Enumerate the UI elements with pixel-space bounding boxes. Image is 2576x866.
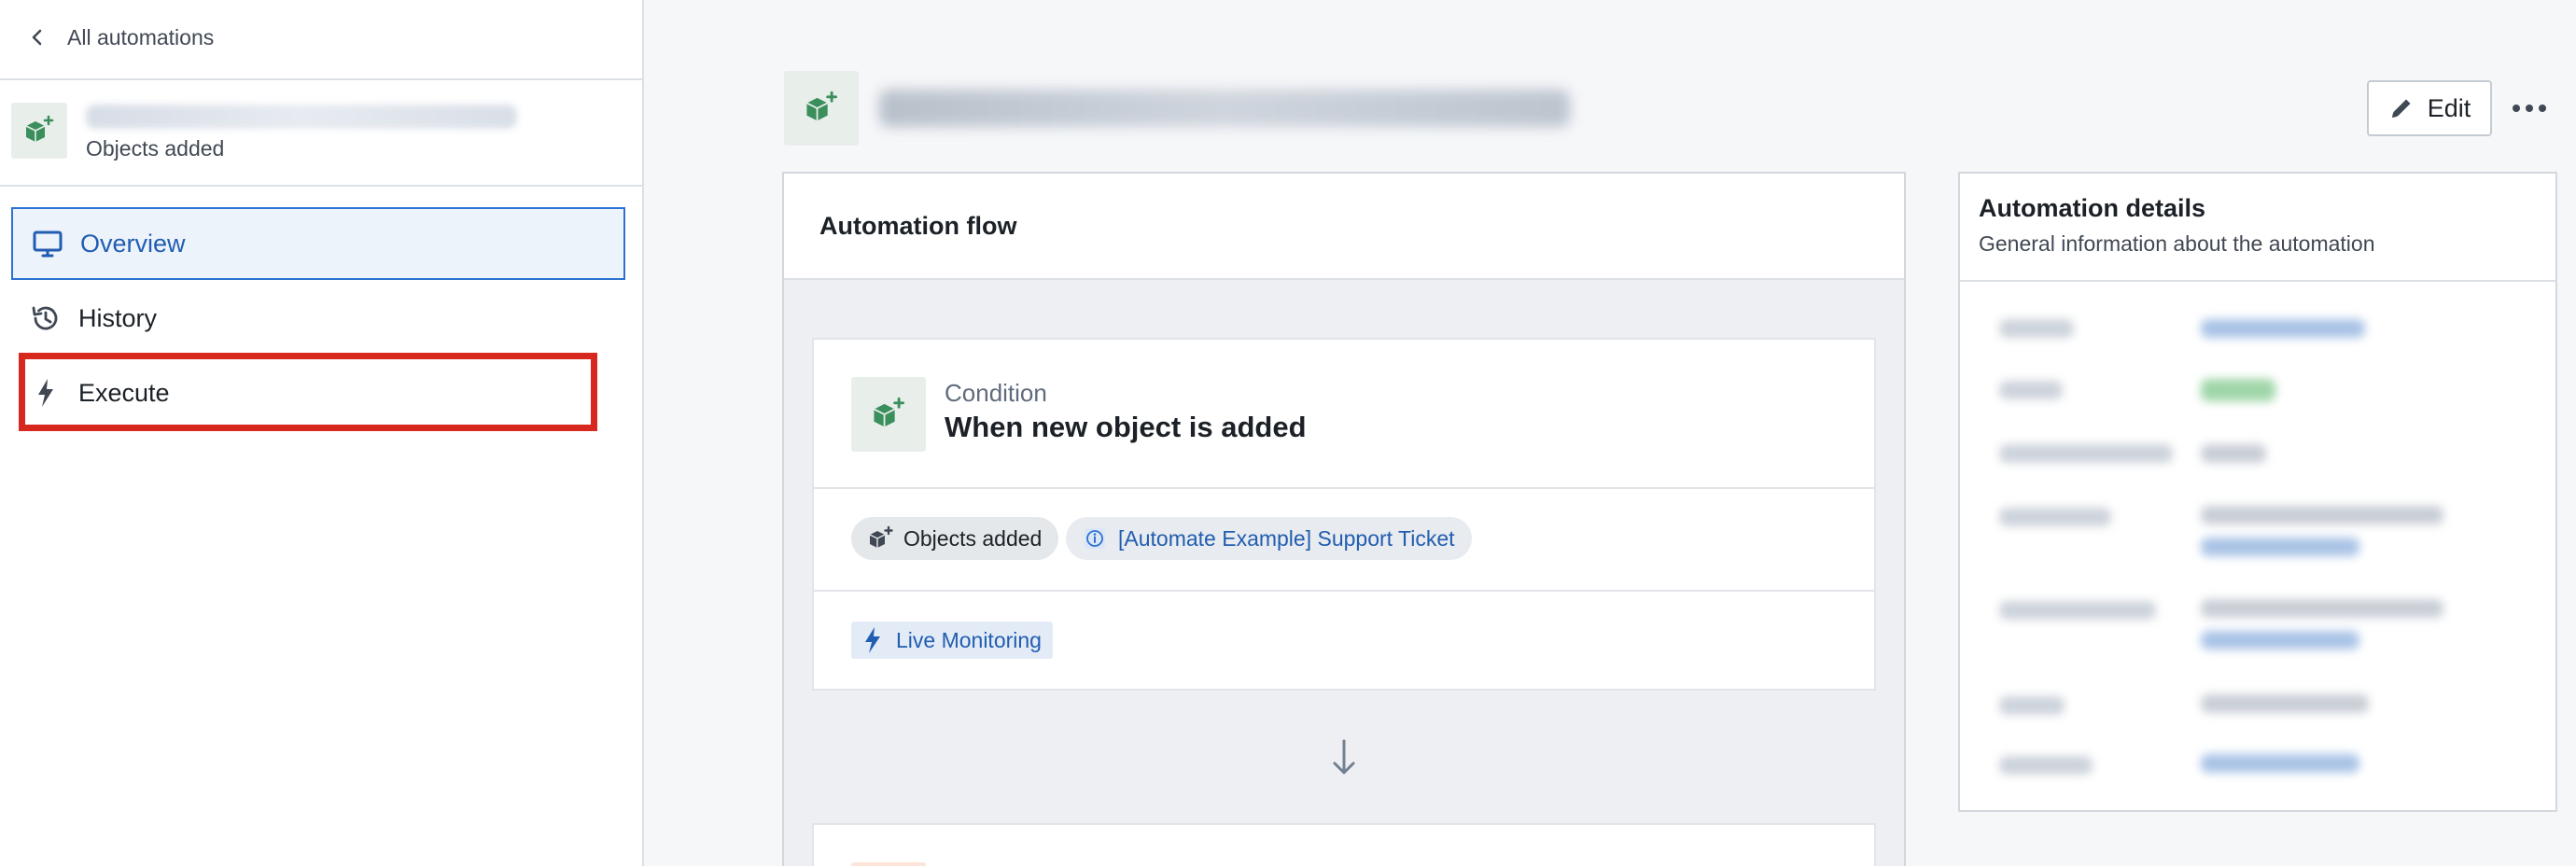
dot (2539, 105, 2546, 112)
nav-history[interactable]: History (11, 282, 625, 355)
redacted-detail-key (1999, 508, 2111, 526)
condition-tags: Objects added [Automate Example] Support… (814, 489, 1874, 592)
nav-execute[interactable]: Execute (11, 356, 625, 429)
all-automations-label: All automations (67, 24, 215, 49)
condition-card[interactable]: Condition When new object is added Objec… (812, 338, 1876, 691)
nav-history-label: History (78, 303, 158, 332)
cube-add-icon (25, 115, 54, 142)
divider (0, 78, 642, 80)
lightning-icon (38, 379, 53, 407)
redacted-detail-value (2201, 506, 2443, 524)
action-icon (851, 862, 926, 866)
objects-added-tag[interactable]: Objects added (851, 517, 1059, 560)
dot (2513, 105, 2520, 112)
chevron-left-icon (32, 29, 42, 46)
objects-added-tag-label: Objects added (903, 525, 1043, 551)
redacted-detail-value (2201, 599, 2443, 618)
redacted-detail-key (1999, 444, 2173, 463)
redacted-automation-name (86, 105, 517, 129)
cube-add-icon (869, 525, 893, 548)
live-monitoring-tag[interactable]: Live Monitoring (851, 622, 1053, 659)
sidebar: All automations Objects added Overview H… (0, 0, 644, 866)
automation-flow-title: Automation flow (784, 174, 1904, 280)
redacted-detail-value (2201, 754, 2359, 773)
redacted-detail-value (2201, 694, 2369, 713)
redacted-automation-title (879, 90, 1570, 127)
details-header: Automation details General information a… (1960, 174, 2555, 282)
details-title: Automation details (1979, 194, 2206, 222)
action-card[interactable] (812, 823, 1876, 866)
redacted-detail-key (1999, 756, 2093, 775)
cube-add-icon (806, 91, 837, 121)
condition-header: Condition When new object is added (814, 340, 1874, 489)
redacted-detail-key (1999, 696, 2065, 715)
edit-button-label: Edit (2427, 93, 2471, 122)
redacted-detail-value (2201, 319, 2365, 338)
support-ticket-tag[interactable]: [Automate Example] Support Ticket (1066, 517, 1472, 560)
object-icon (11, 103, 67, 159)
divider (0, 185, 642, 187)
dot (2526, 105, 2533, 112)
live-monitoring-label: Live Monitoring (896, 627, 1042, 652)
redacted-detail-value (2201, 538, 2359, 556)
redacted-detail-value (2201, 444, 2266, 463)
condition-label: Condition (945, 379, 1047, 407)
redacted-detail-key (1999, 381, 2063, 399)
nav-overview[interactable]: Overview (11, 207, 625, 280)
history-icon (32, 306, 58, 330)
support-ticket-tag-label: [Automate Example] Support Ticket (1118, 525, 1455, 551)
all-automations-link[interactable]: All automations (28, 21, 214, 54)
edit-button[interactable]: Edit (2367, 80, 2492, 136)
redacted-detail-key (1999, 601, 2156, 620)
redacted-status-badge (2201, 379, 2275, 401)
sidebar-subtitle: Objects added (86, 136, 225, 161)
arrow-down-icon (1333, 739, 1355, 775)
automation-title-icon (784, 71, 859, 146)
cube-add-icon (874, 397, 904, 427)
details-subtitle: General information about the automation (1979, 231, 2375, 256)
pencil-icon (2391, 99, 2411, 118)
redacted-detail-key (1999, 319, 2074, 338)
condition-icon (851, 377, 926, 452)
condition-title: When new object is added (945, 411, 1307, 443)
condition-monitoring: Live Monitoring (814, 592, 1874, 692)
lightning-icon (865, 627, 880, 653)
redacted-detail-value (2201, 631, 2359, 650)
nav-execute-label: Execute (78, 378, 170, 407)
automation-details-panel: Automation details General information a… (1958, 172, 2557, 812)
automation-flow-panel: Automation flow Condition When new objec… (782, 172, 1906, 866)
nav-overview-label: Overview (80, 229, 186, 258)
info-icon (1085, 528, 1105, 549)
more-options-button[interactable] (2501, 86, 2557, 131)
monitor-icon (33, 230, 63, 258)
